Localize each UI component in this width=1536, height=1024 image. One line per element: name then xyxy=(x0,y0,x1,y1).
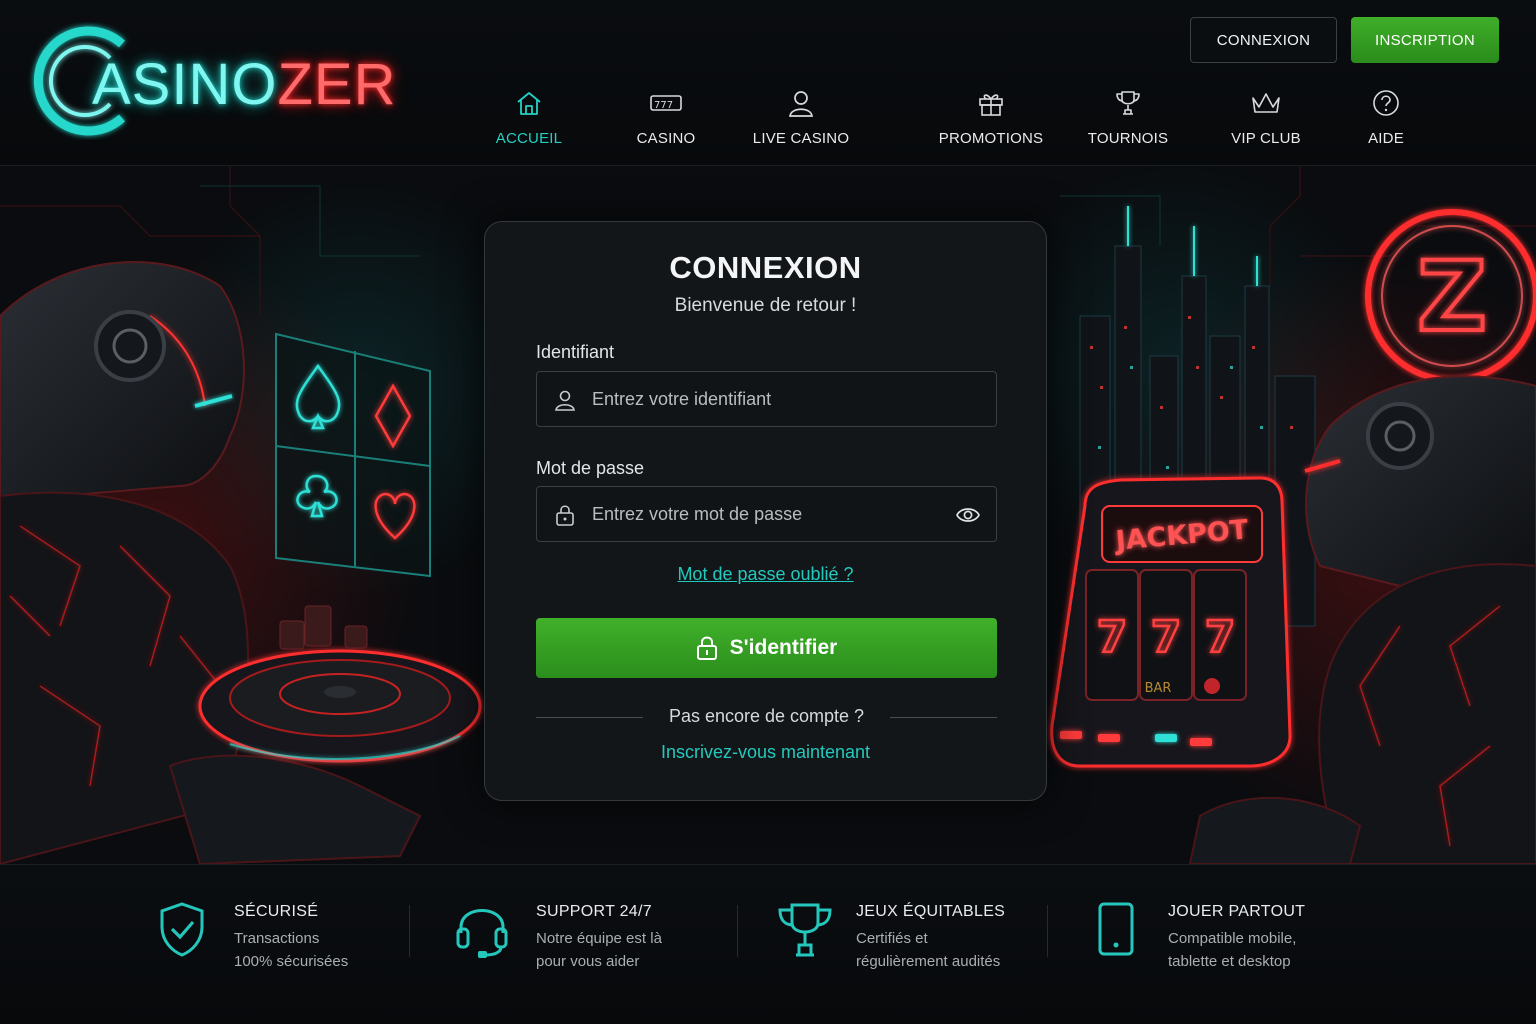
feature-title: SÉCURISÉ xyxy=(234,903,319,920)
password-field[interactable] xyxy=(536,486,997,542)
slot-777-icon: 777 xyxy=(650,95,682,111)
login-submit-button[interactable]: S'identifier xyxy=(536,618,997,678)
z-emblem: Z xyxy=(1365,209,1536,383)
username-label: Identifiant xyxy=(536,342,615,362)
user-icon xyxy=(555,390,575,411)
nav-item-casino[interactable]: 777 CASINO xyxy=(596,88,736,152)
reel-bar-symbol: BAR xyxy=(1145,681,1172,696)
no-account-divider: Pas encore de compte ? xyxy=(536,706,997,730)
auth-buttons: CONNEXION INSCRIPTION xyxy=(1190,17,1499,63)
trophy-icon xyxy=(1116,91,1140,115)
reel-symbol: 7 xyxy=(1151,612,1182,663)
card-suits-panel xyxy=(275,332,431,578)
nav-label: VIP CLUB xyxy=(1231,130,1301,147)
submit-label: S'identifier xyxy=(729,636,838,659)
question-icon xyxy=(1373,90,1399,116)
forgot-password-link[interactable]: Mot de passe oublié ? xyxy=(485,564,1046,585)
feature-title: JEUX ÉQUITABLES xyxy=(856,903,1006,920)
site-header: ASINOZER CONNEXION INSCRIPTION ACCUEIL 7… xyxy=(0,0,1536,166)
mobile-icon xyxy=(1098,902,1134,956)
header-login-button[interactable]: CONNEXION xyxy=(1190,17,1337,63)
password-input[interactable] xyxy=(592,487,932,541)
username-input[interactable] xyxy=(592,372,932,426)
crown-icon xyxy=(1252,93,1280,113)
nav-item-aide[interactable]: AIDE xyxy=(1316,88,1456,152)
nav-item-vip-club[interactable]: VIP CLUB xyxy=(1196,88,1336,152)
feature-desc: Certifiés et régulièrement audités xyxy=(856,930,1001,970)
feature-desc: Compatible mobile, tablette et desktop xyxy=(1168,930,1297,970)
feature-separator xyxy=(1047,905,1048,957)
nav-label: PROMOTIONS xyxy=(938,130,1044,147)
emblem-letter: Z xyxy=(1417,241,1487,353)
lock-icon xyxy=(696,636,717,660)
nav-label: LIVE CASINO xyxy=(752,130,850,147)
divider-line xyxy=(890,717,997,718)
reel-symbol: 7 xyxy=(1205,612,1236,663)
show-password-eye-icon[interactable] xyxy=(956,504,980,526)
nav-item-promotions[interactable]: PROMOTIONS xyxy=(921,88,1061,152)
nav-label: TOURNOIS xyxy=(1087,130,1169,147)
feature-separator xyxy=(737,905,738,957)
feature-separator xyxy=(409,905,410,957)
signup-now-link[interactable]: Inscrivez-vous maintenant xyxy=(485,742,1046,763)
username-field[interactable] xyxy=(536,371,997,427)
feature-title: JOUER PARTOUT xyxy=(1168,903,1306,920)
home-icon xyxy=(517,92,541,115)
login-subtitle: Bienvenue de retour ! xyxy=(674,295,857,316)
nav-label: CASINO xyxy=(636,130,696,147)
reel-symbol: 7 xyxy=(1097,612,1128,663)
nav-item-live-casino[interactable]: LIVE CASINO xyxy=(731,88,871,152)
nav-item-accueil[interactable]: ACCUEIL xyxy=(459,88,599,152)
nav-label: AIDE xyxy=(1368,130,1404,147)
login-title: CONNEXION xyxy=(669,250,862,285)
password-label: Mot de passe xyxy=(536,458,645,478)
nav-item-tournois[interactable]: TOURNOIS xyxy=(1058,88,1198,152)
features-bar: SÉCURISÉ Transactions 100% sécurisées SU… xyxy=(0,864,1536,1024)
shield-check-icon xyxy=(160,902,204,957)
user-icon xyxy=(789,91,813,117)
feature-desc: Notre équipe est là pour vous aider xyxy=(536,930,662,970)
main-nav: ACCUEIL 777 CASINO LIVE CASINO PROMOTION… xyxy=(0,88,1536,158)
nav-label: ACCUEIL xyxy=(495,130,563,147)
headset-icon xyxy=(456,909,508,958)
feature-title: SUPPORT 24/7 xyxy=(536,903,652,920)
svg-text:777: 777 xyxy=(654,100,673,111)
gift-icon xyxy=(979,94,1003,116)
header-signup-button[interactable]: INSCRIPTION xyxy=(1351,17,1499,63)
lock-icon xyxy=(556,505,574,526)
feature-desc: Transactions 100% sécurisées xyxy=(234,930,349,970)
login-card: CONNEXION Bienvenue de retour ! Identifi… xyxy=(484,221,1047,801)
trophy-icon xyxy=(778,903,832,957)
jackpot-slot-machine: JACKPOT 7 7 7 BAR xyxy=(1050,476,1292,768)
